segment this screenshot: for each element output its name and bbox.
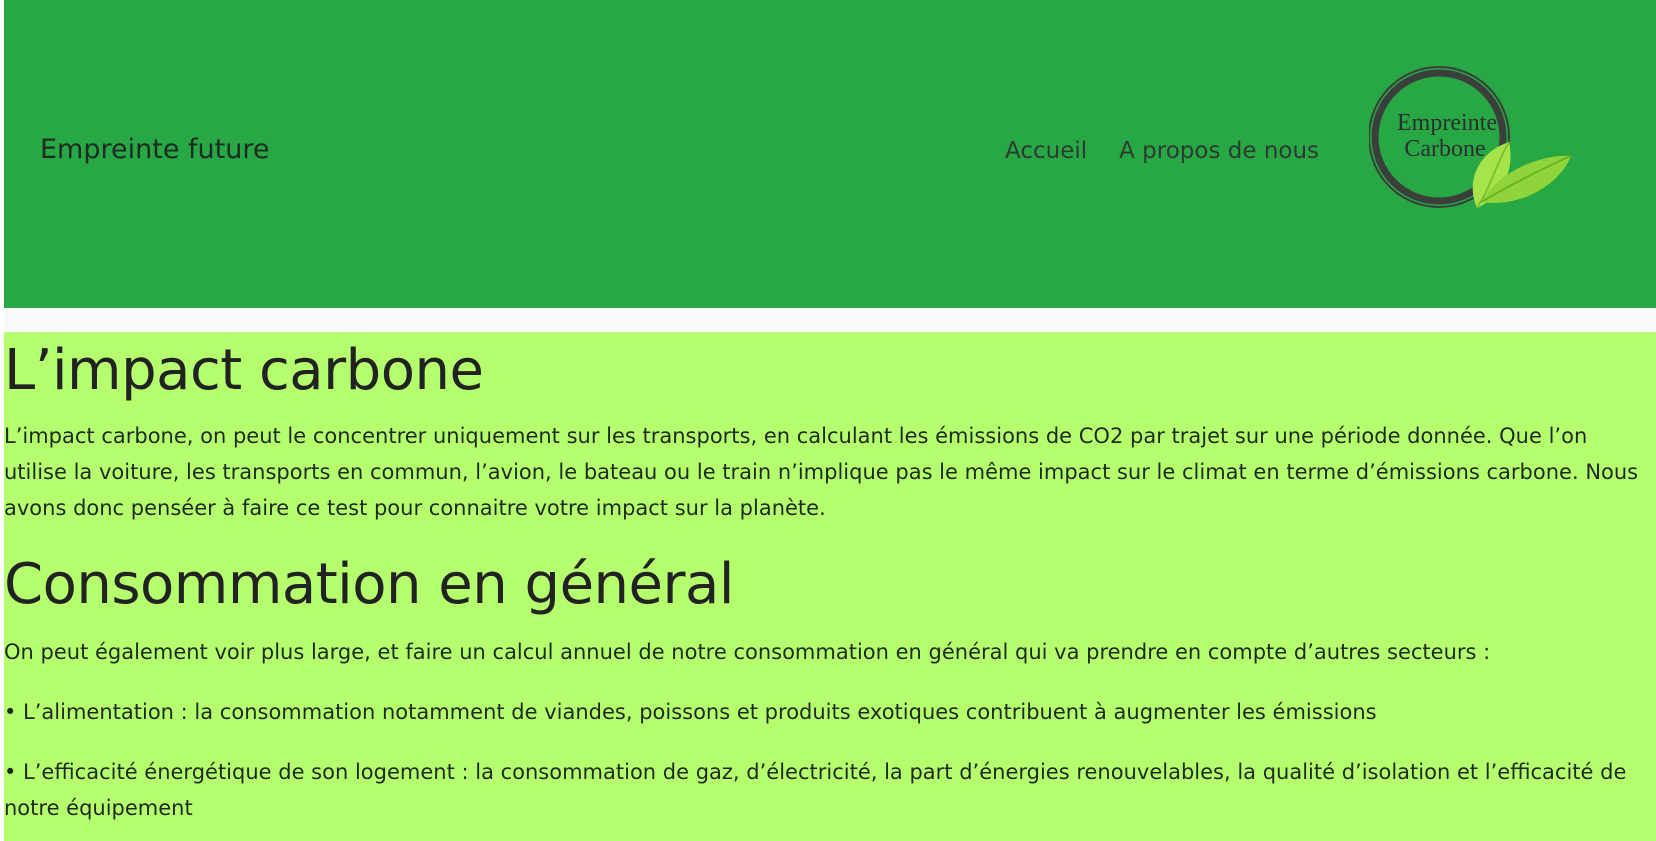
- consommation-intro: On peut également voir plus large, et fa…: [4, 640, 1491, 664]
- logo-text-line2: Carbone: [1404, 136, 1485, 162]
- main-nav: Accueil A propos de nous: [1005, 138, 1319, 164]
- alimentation-item: • L’alimentation : la consommation notam…: [4, 700, 1377, 724]
- consommation-heading: Consommation en général: [4, 552, 734, 617]
- main-content: L’impact carbone L’impact carbone, on pe…: [4, 332, 1656, 841]
- header-separator: [4, 308, 1656, 332]
- impact-paragraph: L’impact carbone, on peut le concentrer …: [4, 424, 1639, 520]
- leaf-ring-logo-icon[interactable]: Empreinte Carbone: [1369, 62, 1579, 222]
- logo-text-line1: Empreinte: [1397, 110, 1497, 136]
- site-header: Empreinte future Accueil A propos de nou…: [4, 0, 1656, 308]
- nav-home-link[interactable]: Accueil: [1005, 138, 1087, 164]
- nav-about-link[interactable]: A propos de nous: [1119, 138, 1319, 164]
- logement-item: • L’efficacité énergétique de son logeme…: [4, 760, 1627, 820]
- impact-heading: L’impact carbone: [4, 338, 484, 403]
- page: Empreinte future Accueil A propos de nou…: [0, 0, 1656, 841]
- brand-link[interactable]: Empreinte future: [40, 134, 269, 165]
